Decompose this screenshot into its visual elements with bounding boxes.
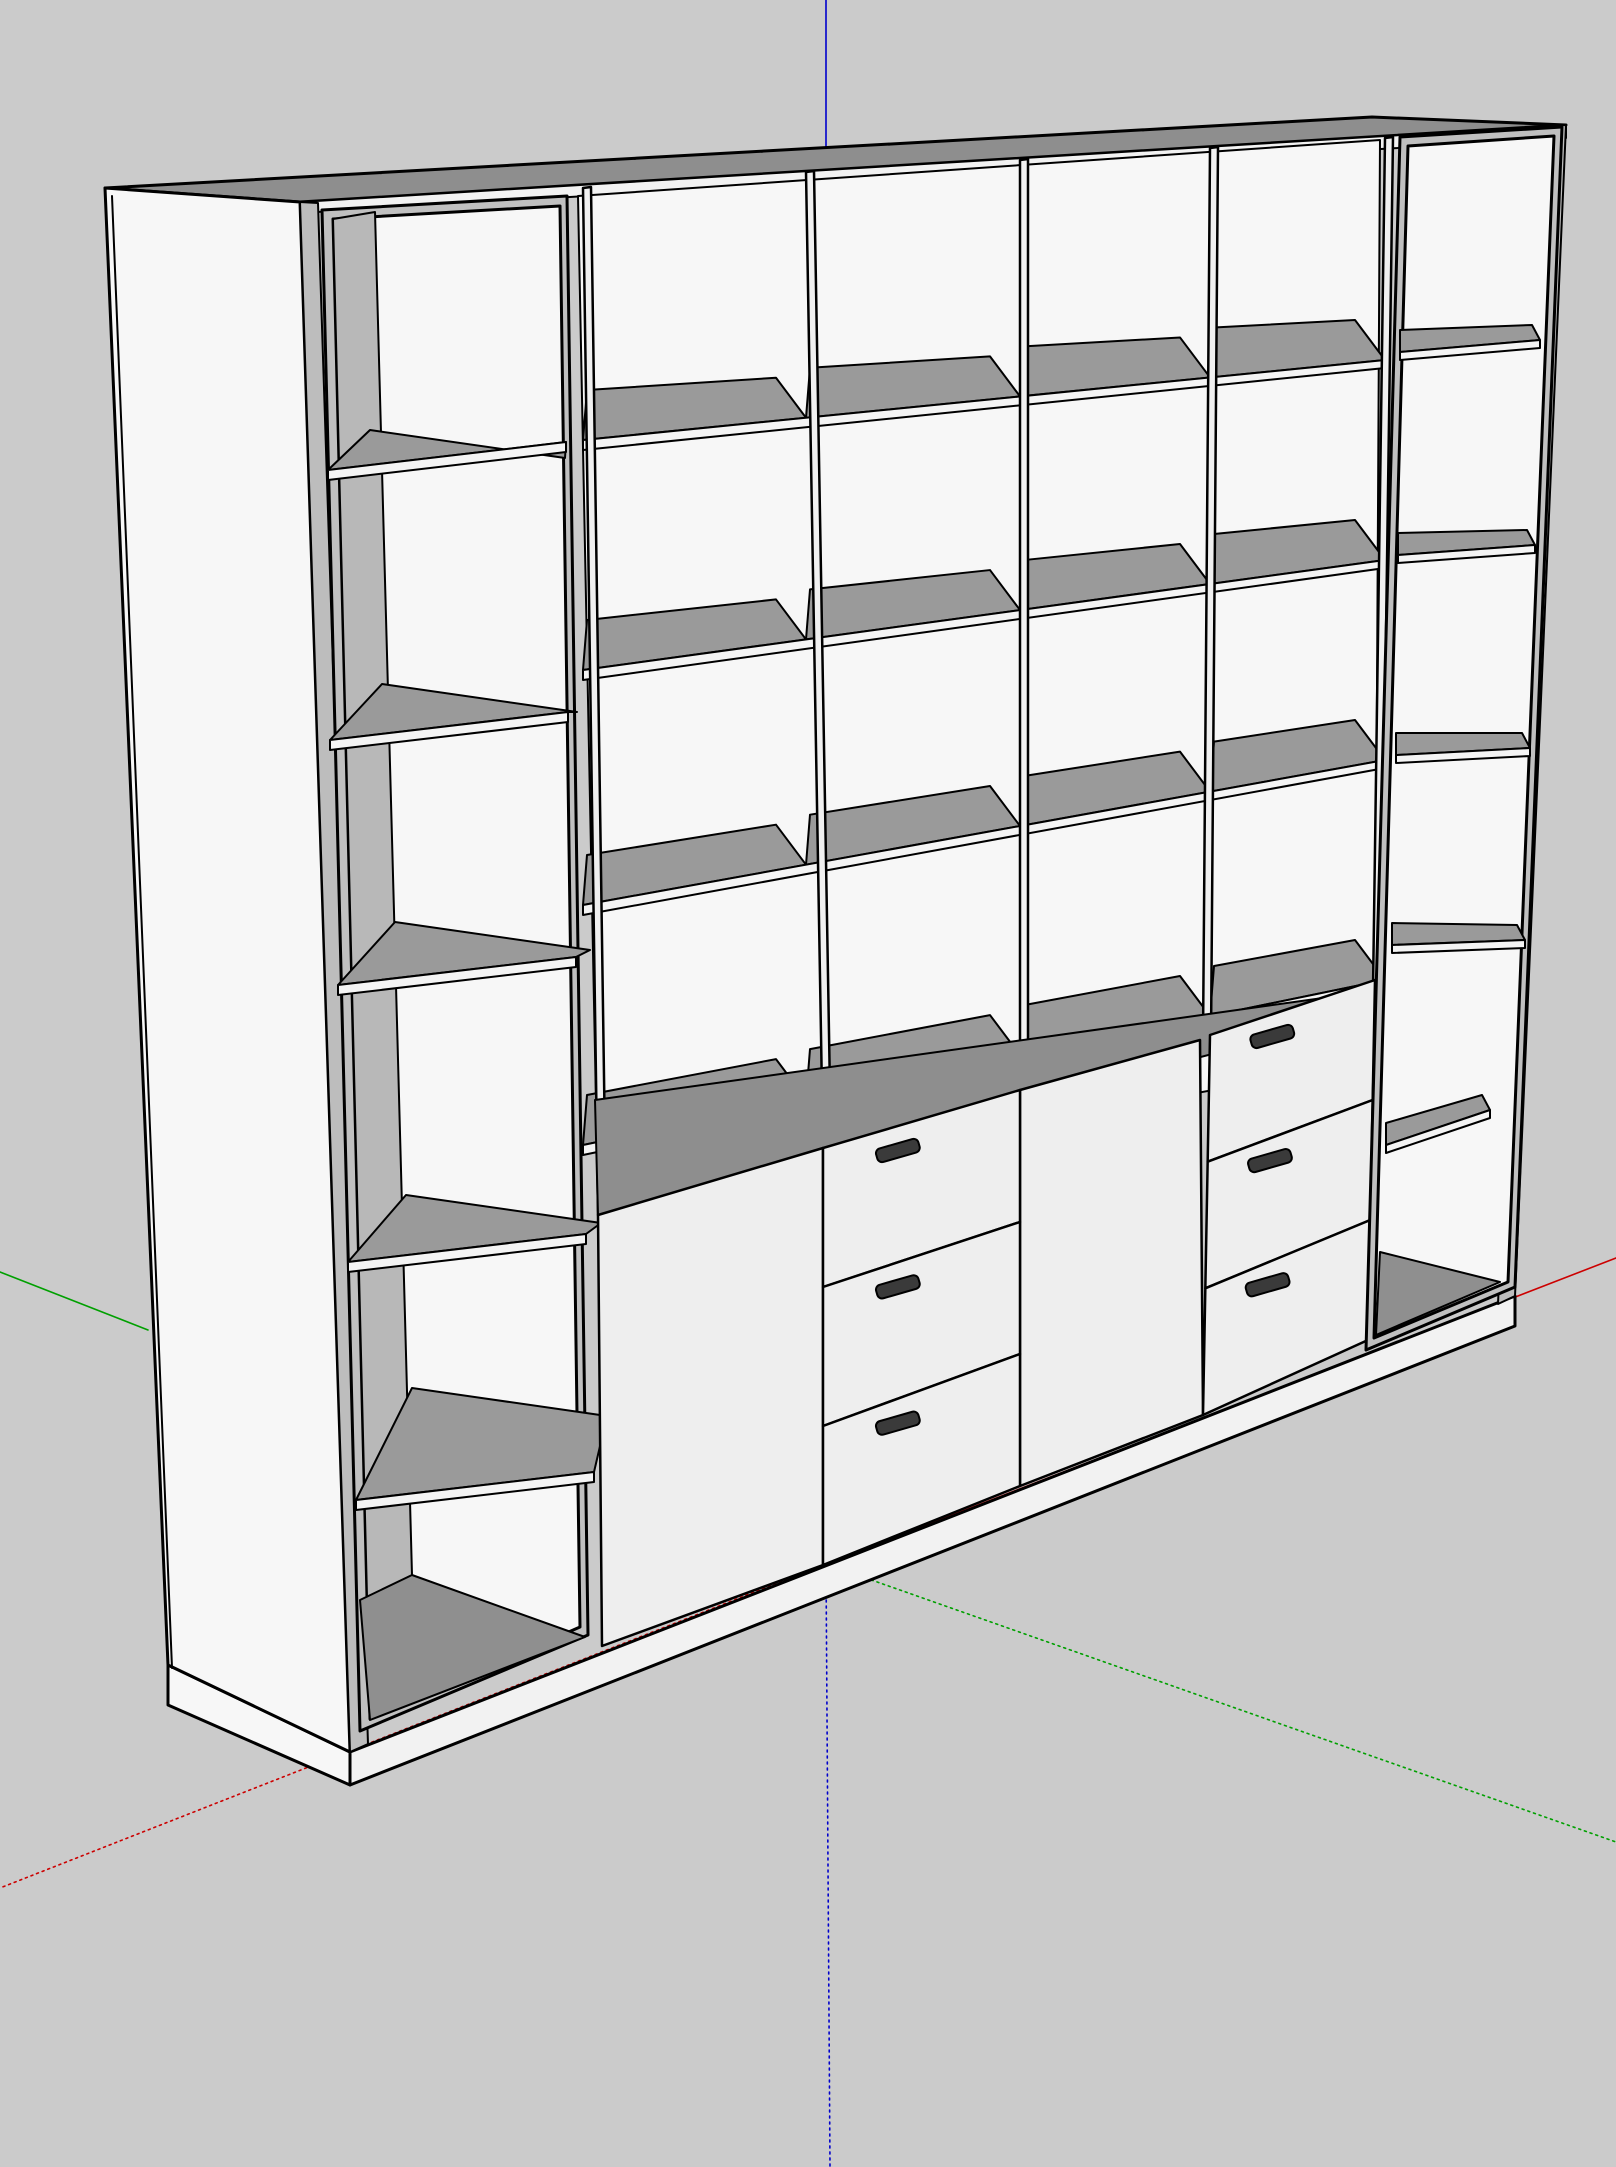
green-axis-dotted [825, 1563, 1616, 1843]
sketchup-viewport[interactable] [0, 0, 1616, 2167]
bookcase-model-drawing [0, 0, 1616, 2167]
left-tower [320, 194, 608, 1733]
door-left[interactable] [596, 1146, 825, 1648]
right-tower [1364, 125, 1564, 1352]
green-axis-solid [0, 1271, 149, 1331]
vertical-divider [1018, 157, 1030, 1092]
door-right[interactable] [1018, 1038, 1205, 1488]
blue-axis-dotted [825, 1563, 831, 2167]
